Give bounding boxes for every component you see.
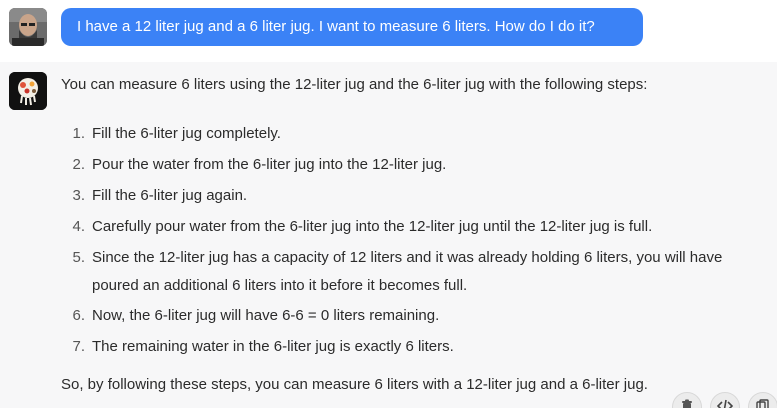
view-code-button[interactable] — [710, 392, 740, 408]
delete-button[interactable] — [672, 392, 702, 408]
user-message-bubble: I have a 12 liter jug and a 6 liter jug.… — [61, 8, 643, 46]
assistant-logo-icon — [9, 72, 47, 110]
trash-icon — [682, 399, 692, 408]
step-text: Pour the water from the 6-liter jug into… — [92, 156, 447, 173]
copy-button[interactable] — [748, 392, 777, 408]
copy-icon — [756, 399, 769, 408]
user-avatar-image — [9, 8, 47, 46]
step-text: Fill the 6-liter jug again. — [92, 187, 248, 204]
user-message-row: I have a 12 liter jug and a 6 liter jug.… — [0, 0, 777, 60]
assistant-outro-text: So, by following these steps, you can me… — [61, 376, 648, 393]
code-icon — [717, 399, 733, 408]
step-text: Now, the 6-liter jug will have 6-6 = 0 l… — [92, 307, 440, 324]
step-text: Fill the 6-liter jug completely. — [92, 125, 281, 142]
step-number: 7. — [72, 338, 85, 355]
assistant-intro-text: You can measure 6 liters using the 12-li… — [61, 76, 648, 93]
assistant-message-row: You can measure 6 liters using the 12-li… — [0, 62, 777, 408]
step-number: 6. — [72, 307, 85, 324]
step-text: The remaining water in the 6-liter jug i… — [92, 338, 454, 355]
step-number: 4. — [72, 218, 85, 235]
assistant-avatar — [9, 72, 47, 110]
step-text: Carefully pour water from the 6-liter ju… — [92, 218, 653, 235]
step-number: 5. — [72, 249, 85, 266]
step-number: 3. — [72, 187, 85, 204]
message-action-bar — [668, 392, 777, 408]
step-number: 2. — [72, 156, 85, 173]
step-text: Since the 12-liter jug has a capacity of… — [92, 249, 723, 294]
step-number: 1. — [72, 125, 85, 142]
user-avatar — [9, 8, 47, 46]
